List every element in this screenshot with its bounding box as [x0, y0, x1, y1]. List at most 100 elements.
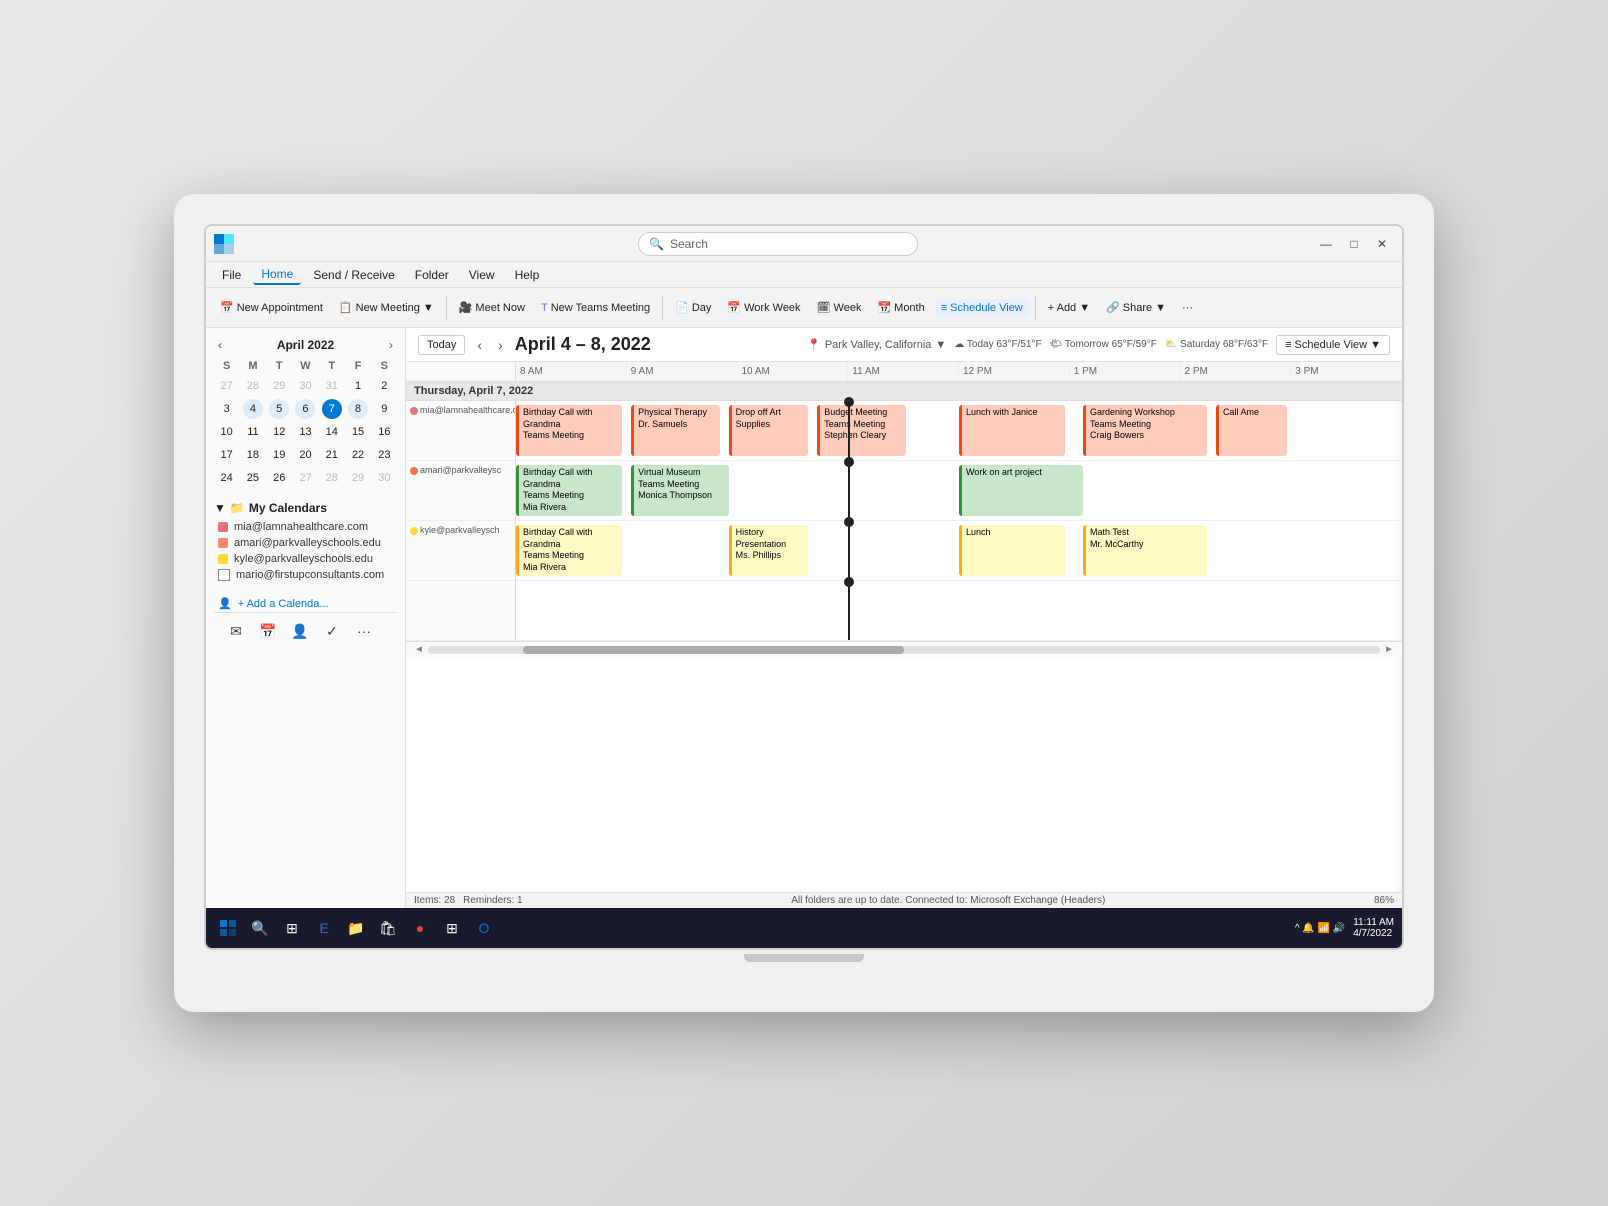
- menu-view[interactable]: View: [461, 266, 503, 284]
- mini-cal-day-17[interactable]: 17: [217, 445, 237, 465]
- scroll-left-icon[interactable]: ◄: [414, 644, 424, 655]
- scrollbar-thumb[interactable]: [523, 646, 904, 654]
- event-drop-off-art[interactable]: Drop off Art Supplies: [729, 405, 809, 456]
- event-lunch-janice[interactable]: Lunch with Janice: [959, 405, 1065, 456]
- mini-cal-day-3[interactable]: 3: [217, 399, 237, 419]
- meet-now-button[interactable]: 🎥 Meet Now: [453, 298, 531, 317]
- work-week-view-button[interactable]: 📅 Work Week: [721, 298, 806, 317]
- mini-cal-day-27-mar[interactable]: 27: [217, 376, 237, 396]
- outlook-icon[interactable]: O: [470, 914, 498, 942]
- tasks-nav-button[interactable]: ✓: [318, 617, 346, 645]
- prev-month-button[interactable]: ‹: [214, 336, 226, 354]
- mini-cal-day-15[interactable]: 15: [348, 422, 368, 442]
- event-birthday-call-amari[interactable]: Birthday Call with GrandmaTeams MeetingM…: [516, 465, 622, 516]
- add-calendar-button[interactable]: 👤 + Add a Calenda...: [214, 595, 397, 612]
- mail-nav-button[interactable]: ✉: [222, 617, 250, 645]
- mini-cal-day-21[interactable]: 21: [322, 445, 342, 465]
- mini-cal-day-18[interactable]: 18: [243, 445, 263, 465]
- mini-cal-day-30-may[interactable]: 30: [374, 468, 394, 488]
- mini-cal-day-19[interactable]: 19: [269, 445, 289, 465]
- new-teams-meeting-button[interactable]: T New Teams Meeting: [535, 299, 656, 317]
- search-taskbar-button[interactable]: 🔍: [246, 914, 274, 942]
- task-view-button[interactable]: ⊞: [278, 914, 306, 942]
- more-options-button[interactable]: ···: [1176, 299, 1199, 317]
- new-appointment-button[interactable]: 📅 New Appointment: [214, 298, 329, 317]
- mini-cal-day-12[interactable]: 12: [269, 422, 289, 442]
- store-icon[interactable]: 🛍: [374, 914, 402, 942]
- mini-cal-day-13[interactable]: 13: [295, 422, 315, 442]
- mini-cal-day-20[interactable]: 20: [295, 445, 315, 465]
- menu-file[interactable]: File: [214, 266, 249, 284]
- menu-folder[interactable]: Folder: [407, 266, 457, 284]
- menu-help[interactable]: Help: [507, 266, 548, 284]
- calendar-item-mario[interactable]: mario@firstupconsultants.com: [214, 567, 397, 583]
- mini-cal-day-4[interactable]: 4: [243, 399, 263, 419]
- mini-cal-day-11[interactable]: 11: [243, 422, 263, 442]
- windows-icon[interactable]: ⊞: [438, 914, 466, 942]
- mini-cal-day-26[interactable]: 26: [269, 468, 289, 488]
- event-birthday-call-mia[interactable]: Birthday Call with GrandmaTeams Meeting: [516, 405, 622, 456]
- calendar-nav-button[interactable]: 📅: [254, 617, 282, 645]
- mini-cal-day-14[interactable]: 14: [322, 422, 342, 442]
- menu-send-receive[interactable]: Send / Receive: [305, 266, 402, 284]
- mini-cal-day-28-mar[interactable]: 28: [243, 376, 263, 396]
- mini-cal-day-10[interactable]: 10: [217, 422, 237, 442]
- next-week-button[interactable]: ›: [494, 335, 507, 355]
- search-input[interactable]: 🔍 Search: [638, 232, 918, 256]
- menu-home[interactable]: Home: [253, 265, 301, 285]
- event-work-on-art[interactable]: Work on art project: [959, 465, 1083, 516]
- event-history-presentation[interactable]: History PresentationMs. Phillips: [729, 525, 809, 576]
- mini-cal-day-28-may[interactable]: 28: [322, 468, 342, 488]
- event-virtual-museum[interactable]: Virtual MuseumTeams MeetingMonica Thomps…: [631, 465, 728, 516]
- file-explorer-icon[interactable]: 📁: [342, 914, 370, 942]
- event-gardening-workshop[interactable]: Gardening WorkshopTeams MeetingCraig Bow…: [1083, 405, 1207, 456]
- start-button[interactable]: [214, 914, 242, 942]
- my-calendars-header[interactable]: ▼ 📁 My Calendars: [214, 501, 397, 515]
- mini-cal-day-5[interactable]: 5: [269, 399, 289, 419]
- mini-cal-day-29-may[interactable]: 29: [348, 468, 368, 488]
- mini-cal-day-2[interactable]: 2: [374, 376, 394, 396]
- mini-cal-day-23[interactable]: 23: [374, 445, 394, 465]
- mini-cal-day-7[interactable]: 7: [322, 399, 342, 419]
- schedule-view-button[interactable]: ≡ Schedule View: [935, 299, 1029, 317]
- mini-cal-day-24[interactable]: 24: [217, 468, 237, 488]
- calendar-item-mia[interactable]: mia@lamnahealthcare.com: [214, 519, 397, 535]
- event-math-test[interactable]: Math TestMr. McCarthy: [1083, 525, 1207, 576]
- event-physical-therapy[interactable]: Physical TherapyDr. Samuels: [631, 405, 720, 456]
- share-button[interactable]: 🔗 Share ▼: [1100, 298, 1172, 317]
- day-view-button[interactable]: 📄 Day: [669, 298, 717, 317]
- calendar-item-amari[interactable]: amari@parkvalleyschools.edu: [214, 535, 397, 551]
- mini-cal-day-30-mar[interactable]: 30: [295, 376, 315, 396]
- new-meeting-button[interactable]: 📋 New Meeting ▼: [333, 298, 440, 317]
- mini-cal-day-1[interactable]: 1: [348, 376, 368, 396]
- contacts-nav-button[interactable]: 👤: [286, 617, 314, 645]
- event-budget-meeting[interactable]: Budget MeetingTeams MeetingStephen Clear…: [817, 405, 906, 456]
- minimize-button[interactable]: —: [1314, 232, 1338, 256]
- calendar-item-kyle[interactable]: kyle@parkvalleyschools.edu: [214, 551, 397, 567]
- location-widget[interactable]: 📍 Park Valley, California ▼: [807, 338, 946, 351]
- mini-cal-day-25[interactable]: 25: [243, 468, 263, 488]
- add-button[interactable]: + Add ▼: [1042, 299, 1096, 317]
- prev-week-button[interactable]: ‹: [473, 335, 486, 355]
- mini-cal-day-31-mar[interactable]: 31: [322, 376, 342, 396]
- close-button[interactable]: ✕: [1370, 232, 1394, 256]
- more-nav-button[interactable]: ···: [350, 617, 378, 645]
- event-birthday-call-kyle[interactable]: Birthday Call with GrandmaTeams MeetingM…: [516, 525, 622, 576]
- horizontal-scrollbar[interactable]: [428, 646, 1380, 654]
- mini-cal-day-29-mar[interactable]: 29: [269, 376, 289, 396]
- mini-cal-day-27-may[interactable]: 27: [295, 468, 315, 488]
- scroll-right-icon[interactable]: ►: [1384, 644, 1394, 655]
- mini-cal-day-16[interactable]: 16: [374, 422, 394, 442]
- view-selector[interactable]: ≡ Schedule View ▼: [1276, 335, 1390, 355]
- edge-icon[interactable]: E: [310, 914, 338, 942]
- month-view-button[interactable]: 📆 Month: [871, 298, 930, 317]
- event-lunch-kyle[interactable]: Lunch: [959, 525, 1065, 576]
- event-call-ame[interactable]: Call Ame: [1216, 405, 1287, 456]
- maximize-button[interactable]: □: [1342, 232, 1366, 256]
- mini-cal-day-22[interactable]: 22: [348, 445, 368, 465]
- mini-cal-day-6[interactable]: 6: [295, 399, 315, 419]
- mini-cal-day-9[interactable]: 9: [374, 399, 394, 419]
- chrome-icon[interactable]: ●: [406, 914, 434, 942]
- mini-cal-day-8[interactable]: 8: [348, 399, 368, 419]
- today-button[interactable]: Today: [418, 335, 465, 355]
